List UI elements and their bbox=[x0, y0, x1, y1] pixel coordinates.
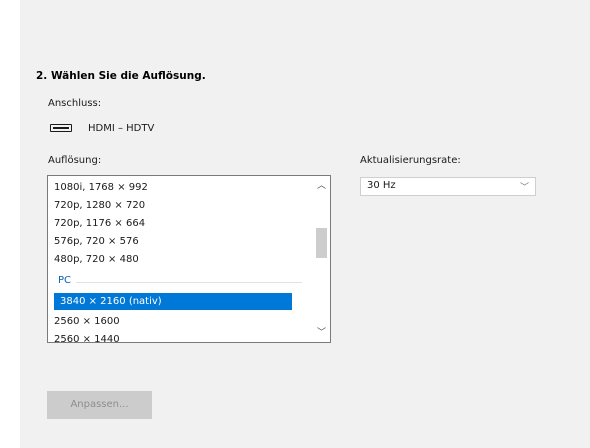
list-item[interactable]: 1080i, 1768 × 992 bbox=[54, 179, 148, 196]
scroll-up-icon[interactable]: ︿ bbox=[313, 178, 330, 195]
section-heading: 2. Wählen Sie die Auflösung. bbox=[36, 70, 206, 82]
resolution-label: Auflösung: bbox=[48, 155, 102, 166]
refresh-rate-label: Aktualisierungsrate: bbox=[360, 155, 461, 166]
customize-button[interactable]: Anpassen... bbox=[47, 391, 152, 419]
list-item[interactable]: 720p, 1280 × 720 bbox=[54, 197, 145, 214]
connection-value: HDMI – HDTV bbox=[88, 122, 155, 134]
group-divider bbox=[76, 282, 302, 283]
connection-row: HDMI – HDTV bbox=[50, 121, 154, 135]
list-item[interactable]: 2560 × 1440 bbox=[54, 331, 120, 342]
group-header-pc: PC bbox=[58, 275, 72, 286]
chevron-down-icon: ﹀ bbox=[519, 183, 529, 193]
list-item[interactable]: 2560 × 1600 bbox=[54, 313, 120, 330]
list-item[interactable]: 576p, 720 × 576 bbox=[54, 233, 139, 250]
list-item[interactable]: 720p, 1176 × 664 bbox=[54, 215, 145, 232]
scroll-down-icon[interactable]: ﹀ bbox=[313, 325, 330, 342]
list-item-selected[interactable]: 3840 × 2160 (nativ) bbox=[54, 293, 292, 310]
scroll-thumb[interactable] bbox=[316, 228, 327, 258]
list-item[interactable]: 480p, 720 × 480 bbox=[54, 251, 139, 268]
listbox-scrollbar[interactable]: ︿ ﹀ bbox=[313, 176, 330, 342]
refresh-rate-dropdown[interactable]: 30 Hz ﹀ bbox=[360, 177, 536, 196]
tv-icon bbox=[50, 124, 72, 132]
resolution-listbox[interactable]: 1080i, 1768 × 992 720p, 1280 × 720 720p,… bbox=[47, 175, 331, 343]
connection-label: Anschluss: bbox=[48, 98, 102, 109]
refresh-rate-value: 30 Hz bbox=[367, 180, 396, 191]
